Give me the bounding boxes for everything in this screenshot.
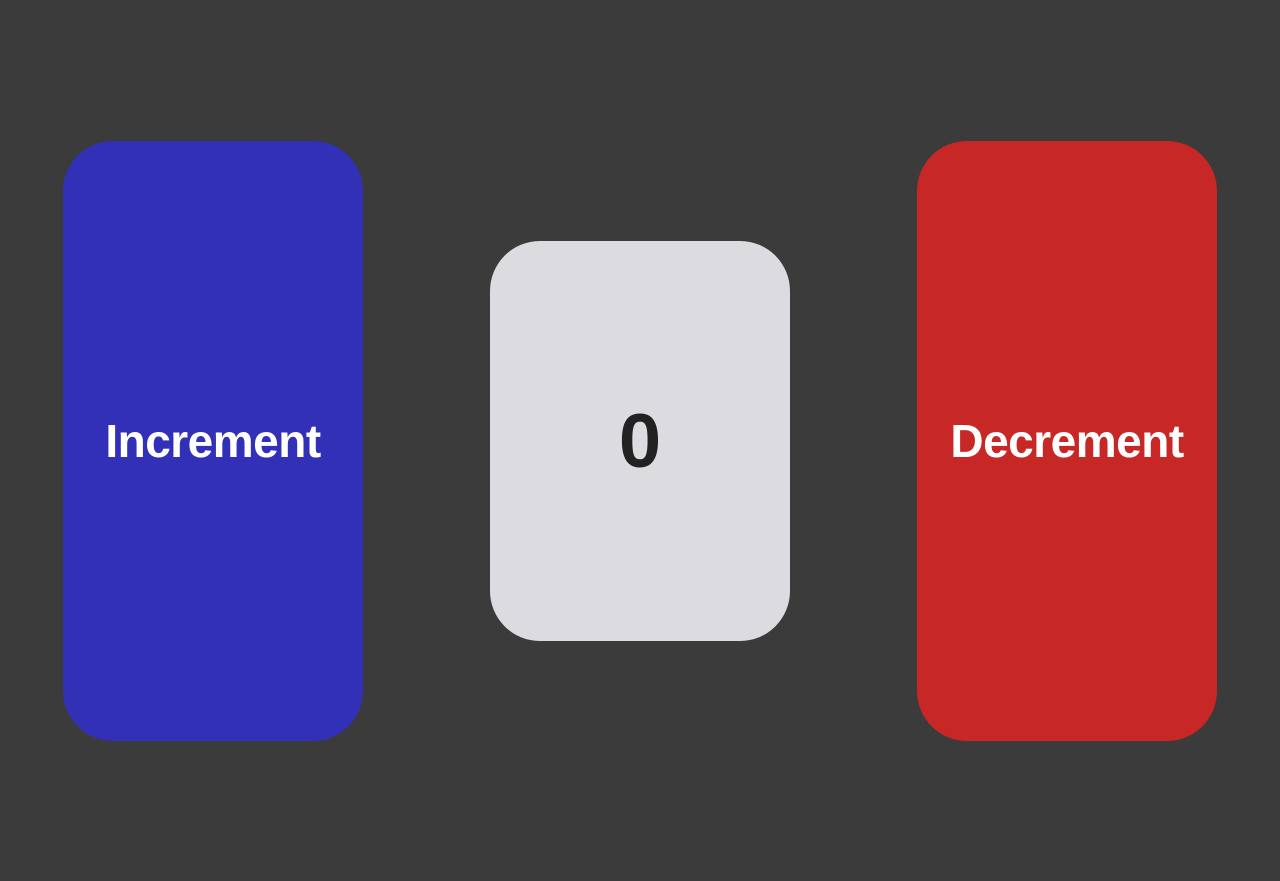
decrement-button[interactable]: Decrement bbox=[917, 141, 1217, 741]
increment-button[interactable]: Increment bbox=[63, 141, 363, 741]
decrement-label: Decrement bbox=[950, 415, 1184, 467]
counter-display: 0 bbox=[490, 241, 790, 641]
counter-value: 0 bbox=[618, 398, 662, 484]
increment-label: Increment bbox=[105, 415, 321, 467]
